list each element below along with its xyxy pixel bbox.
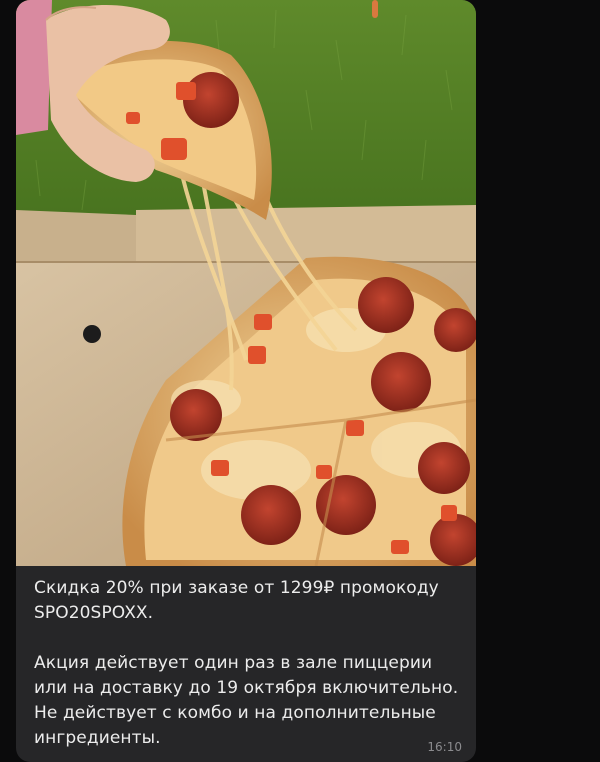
caption-promo-text: Скидка 20% при заказе от 1299₽ промокоду… xyxy=(34,578,439,623)
pizza-photo xyxy=(16,0,476,566)
chat-screen: Скидка 20% при заказе от 1299₽ промокоду… xyxy=(0,0,600,762)
caption-terms-text: Акция действует один раз в зале пиццерии… xyxy=(34,653,459,748)
scroll-indicator xyxy=(372,0,378,18)
message-photo[interactable] xyxy=(16,0,476,566)
message-timestamp: 16:10 xyxy=(427,740,462,754)
message-caption: Скидка 20% при заказе от 1299₽ промокоду… xyxy=(34,576,464,751)
message-bubble[interactable]: Скидка 20% при заказе от 1299₽ промокоду… xyxy=(16,0,476,762)
